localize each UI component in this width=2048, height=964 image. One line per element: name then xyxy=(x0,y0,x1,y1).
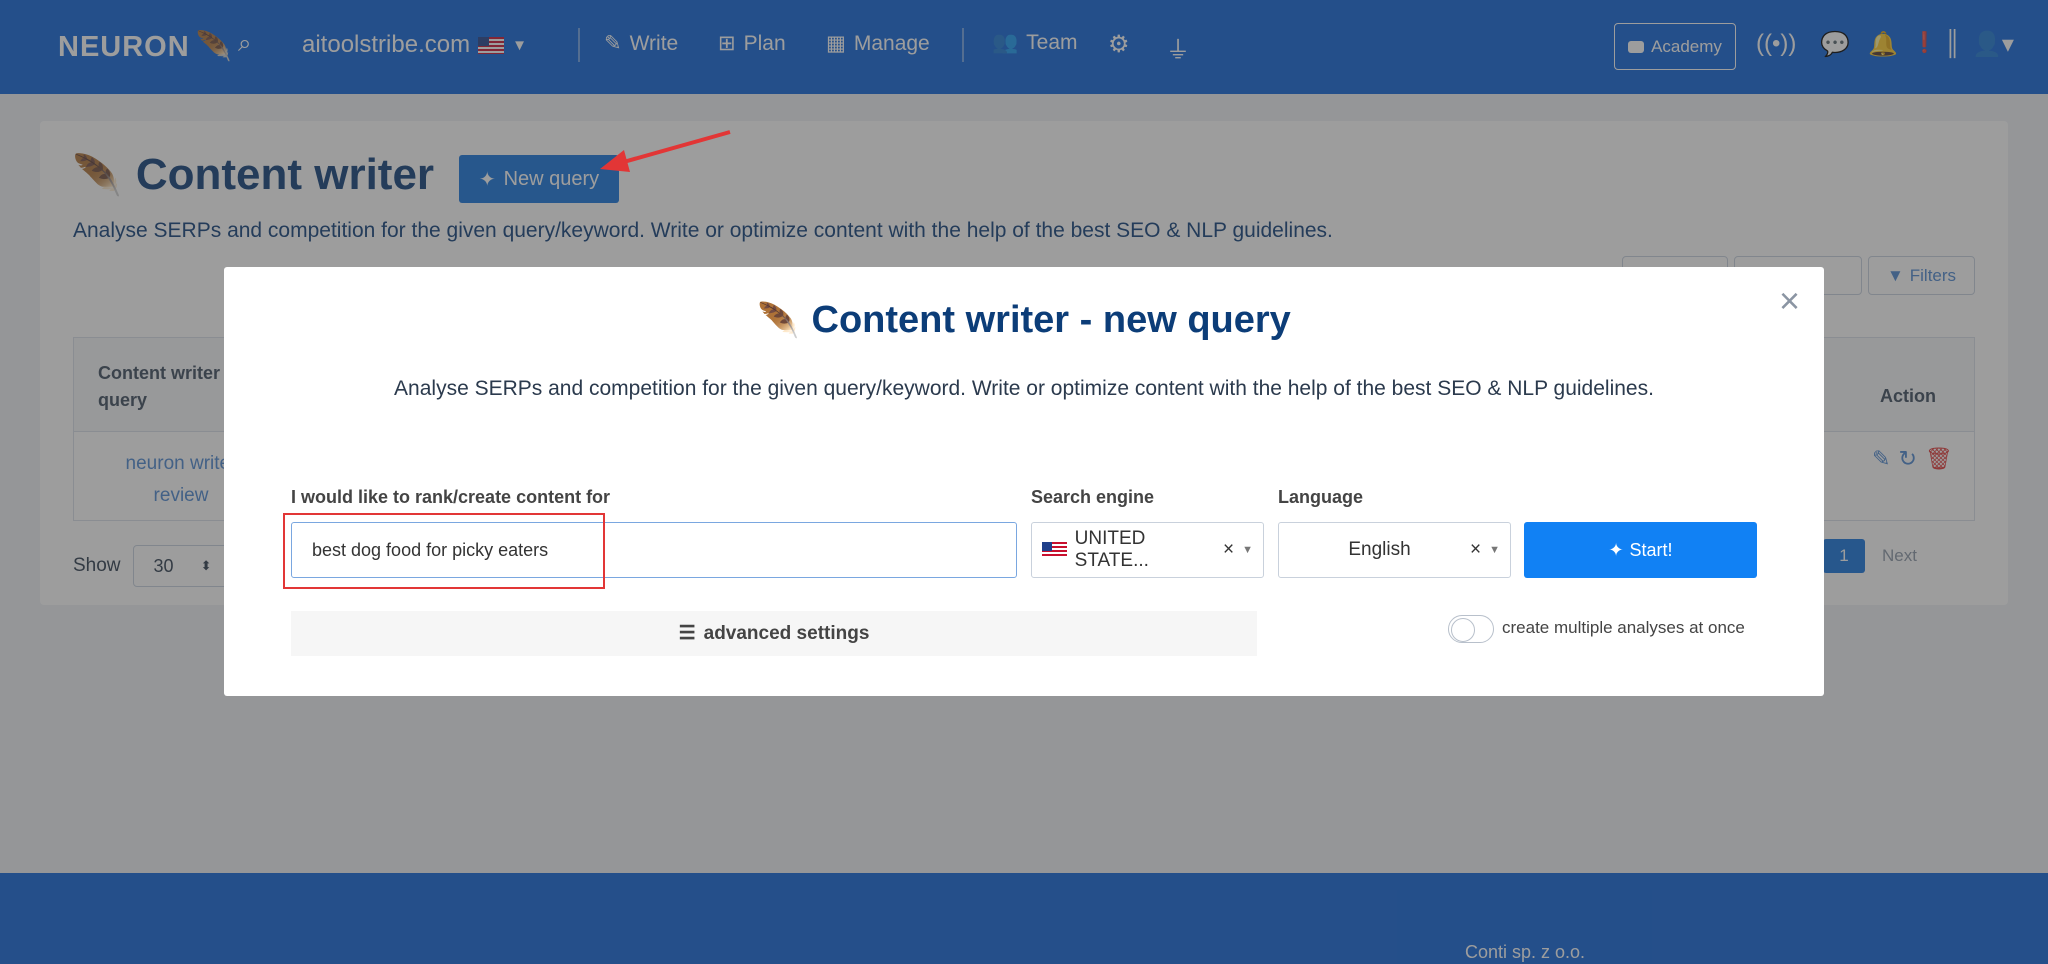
magic-wand-icon: ✦ xyxy=(1608,539,1624,560)
search-engine-label: Search engine xyxy=(1031,487,1155,507)
clear-icon[interactable]: × xyxy=(1223,539,1234,561)
chevron-down-icon: ▼ xyxy=(1489,544,1500,556)
annotation-highlight-box xyxy=(283,513,605,589)
language-select[interactable]: English × ▼ xyxy=(1278,522,1511,578)
modal-title-text: Content writer - new query xyxy=(811,299,1291,341)
modal-subtitle: Analyse SERPs and competition for the gi… xyxy=(394,377,1654,400)
new-query-modal: × 🪶 Content writer - new query Analyse S… xyxy=(224,267,1824,696)
search-engine-select[interactable]: UNITED STATE... × ▼ xyxy=(1031,522,1264,578)
rank-label: I would like to rank/create content for xyxy=(291,487,611,507)
modal-title: 🪶 Content writer - new query xyxy=(224,299,1824,342)
language-label: Language xyxy=(1278,487,1364,507)
multiple-analyses-switch[interactable] xyxy=(1448,615,1494,643)
start-label: Start! xyxy=(1629,539,1673,560)
us-flag-icon xyxy=(1042,542,1067,558)
start-button[interactable]: ✦ Start! xyxy=(1524,522,1757,578)
advanced-settings-toggle[interactable]: ☰ advanced settings xyxy=(291,611,1257,656)
chevron-down-icon: ▼ xyxy=(1242,544,1253,556)
sliders-icon: ☰ xyxy=(678,623,696,644)
language-value: English xyxy=(1348,539,1411,560)
multiple-analyses-label: create multiple analyses at once xyxy=(1502,618,1745,637)
search-engine-value: UNITED STATE... xyxy=(1074,528,1149,571)
advanced-settings-label: advanced settings xyxy=(703,622,870,644)
feather-icon: 🪶 xyxy=(757,301,800,340)
clear-icon[interactable]: × xyxy=(1470,539,1481,561)
